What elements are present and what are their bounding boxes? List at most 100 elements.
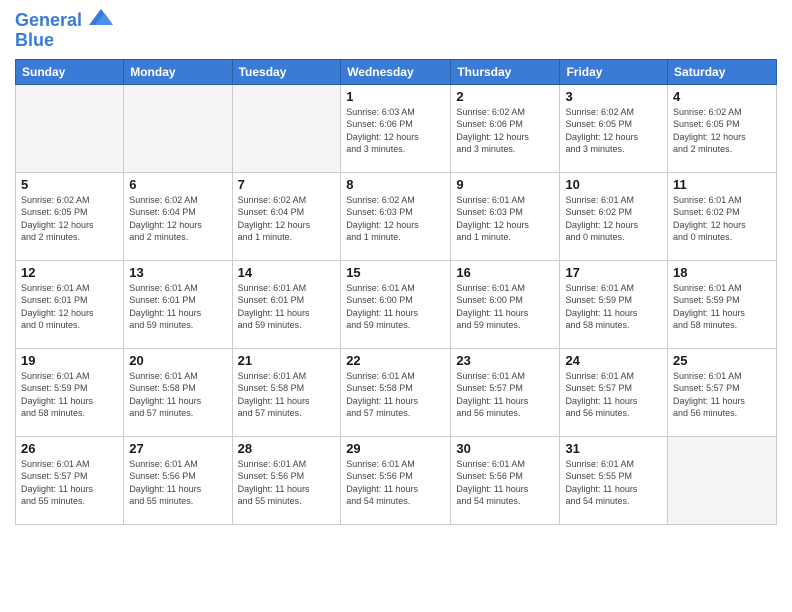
day-info: Sunrise: 6:01 AMSunset: 5:58 PMDaylight:… xyxy=(238,370,336,420)
day-number: 1 xyxy=(346,89,445,104)
day-info: Sunrise: 6:01 AMSunset: 5:57 PMDaylight:… xyxy=(456,370,554,420)
calendar-cell: 13 Sunrise: 6:01 AMSunset: 6:01 PMDayligh… xyxy=(124,260,232,348)
day-number: 24 xyxy=(565,353,662,368)
day-number: 27 xyxy=(129,441,226,456)
day-number: 8 xyxy=(346,177,445,192)
day-info: Sunrise: 6:02 AMSunset: 6:04 PMDaylight:… xyxy=(129,194,226,244)
col-header-thursday: Thursday xyxy=(451,59,560,84)
calendar-cell: 15 Sunrise: 6:01 AMSunset: 6:00 PMDayligh… xyxy=(341,260,451,348)
calendar-cell: 16 Sunrise: 6:01 AMSunset: 6:00 PMDayligh… xyxy=(451,260,560,348)
calendar-cell: 23 Sunrise: 6:01 AMSunset: 5:57 PMDayligh… xyxy=(451,348,560,436)
day-info: Sunrise: 6:01 AMSunset: 5:57 PMDaylight:… xyxy=(21,458,118,508)
calendar-cell: 3 Sunrise: 6:02 AMSunset: 6:05 PMDaylight… xyxy=(560,84,668,172)
calendar-cell: 26 Sunrise: 6:01 AMSunset: 5:57 PMDayligh… xyxy=(16,436,124,524)
day-number: 30 xyxy=(456,441,554,456)
day-info: Sunrise: 6:02 AMSunset: 6:05 PMDaylight:… xyxy=(565,106,662,156)
day-number: 11 xyxy=(673,177,771,192)
day-number: 28 xyxy=(238,441,336,456)
day-number: 14 xyxy=(238,265,336,280)
calendar-cell: 24 Sunrise: 6:01 AMSunset: 5:57 PMDayligh… xyxy=(560,348,668,436)
calendar-cell: 21 Sunrise: 6:01 AMSunset: 5:58 PMDayligh… xyxy=(232,348,341,436)
day-number: 10 xyxy=(565,177,662,192)
day-info: Sunrise: 6:01 AMSunset: 5:56 PMDaylight:… xyxy=(238,458,336,508)
day-number: 15 xyxy=(346,265,445,280)
calendar-cell: 1 Sunrise: 6:03 AMSunset: 6:06 PMDaylight… xyxy=(341,84,451,172)
day-info: Sunrise: 6:02 AMSunset: 6:03 PMDaylight:… xyxy=(346,194,445,244)
col-header-friday: Friday xyxy=(560,59,668,84)
calendar-cell: 4 Sunrise: 6:02 AMSunset: 6:05 PMDaylight… xyxy=(668,84,777,172)
calendar-cell: 11 Sunrise: 6:01 AMSunset: 6:02 PMDayligh… xyxy=(668,172,777,260)
calendar-cell xyxy=(124,84,232,172)
day-info: Sunrise: 6:01 AMSunset: 5:59 PMDaylight:… xyxy=(673,282,771,332)
day-info: Sunrise: 6:01 AMSunset: 5:58 PMDaylight:… xyxy=(346,370,445,420)
day-number: 31 xyxy=(565,441,662,456)
day-number: 5 xyxy=(21,177,118,192)
day-info: Sunrise: 6:01 AMSunset: 5:59 PMDaylight:… xyxy=(565,282,662,332)
col-header-wednesday: Wednesday xyxy=(341,59,451,84)
day-number: 16 xyxy=(456,265,554,280)
calendar-cell: 17Sunrise: 6:01 AMSunset: 5:59 PMDayligh… xyxy=(560,260,668,348)
calendar-cell: 7 Sunrise: 6:02 AMSunset: 6:04 PMDaylight… xyxy=(232,172,341,260)
calendar-cell: 28 Sunrise: 6:01 AMSunset: 5:56 PMDayligh… xyxy=(232,436,341,524)
calendar-week-5: 26 Sunrise: 6:01 AMSunset: 5:57 PMDayligh… xyxy=(16,436,777,524)
calendar-cell: 8 Sunrise: 6:02 AMSunset: 6:03 PMDaylight… xyxy=(341,172,451,260)
calendar-cell: 22 Sunrise: 6:01 AMSunset: 5:58 PMDayligh… xyxy=(341,348,451,436)
calendar-cell: 2Sunrise: 6:02 AMSunset: 6:06 PMDaylight… xyxy=(451,84,560,172)
day-number: 20 xyxy=(129,353,226,368)
calendar-cell: 19Sunrise: 6:01 AMSunset: 5:59 PMDayligh… xyxy=(16,348,124,436)
calendar-week-1: 1 Sunrise: 6:03 AMSunset: 6:06 PMDaylight… xyxy=(16,84,777,172)
day-info: Sunrise: 6:01 AMSunset: 5:55 PMDaylight:… xyxy=(565,458,662,508)
day-info: Sunrise: 6:01 AMSunset: 6:02 PMDaylight:… xyxy=(673,194,771,244)
day-info: Sunrise: 6:01 AMSunset: 5:56 PMDaylight:… xyxy=(456,458,554,508)
col-header-monday: Monday xyxy=(124,59,232,84)
day-number: 22 xyxy=(346,353,445,368)
calendar-cell: 29 Sunrise: 6:01 AMSunset: 5:56 PMDayligh… xyxy=(341,436,451,524)
calendar-cell: 12 Sunrise: 6:01 AMSunset: 6:01 PMDayligh… xyxy=(16,260,124,348)
logo-text: General xyxy=(15,10,113,31)
calendar-cell: 5 Sunrise: 6:02 AMSunset: 6:05 PMDaylight… xyxy=(16,172,124,260)
logo-blue: Blue xyxy=(15,31,113,51)
calendar-cell xyxy=(668,436,777,524)
calendar-cell xyxy=(232,84,341,172)
logo: General Blue xyxy=(15,10,113,51)
day-info: Sunrise: 6:02 AMSunset: 6:06 PMDaylight:… xyxy=(456,106,554,156)
page: General Blue SundayMondayTuesdayWednesda… xyxy=(0,0,792,612)
day-info: Sunrise: 6:01 AMSunset: 6:01 PMDaylight:… xyxy=(129,282,226,332)
day-number: 19 xyxy=(21,353,118,368)
col-header-saturday: Saturday xyxy=(668,59,777,84)
day-info: Sunrise: 6:02 AMSunset: 6:04 PMDaylight:… xyxy=(238,194,336,244)
day-info: Sunrise: 6:01 AMSunset: 6:00 PMDaylight:… xyxy=(346,282,445,332)
day-number: 18 xyxy=(673,265,771,280)
day-info: Sunrise: 6:01 AMSunset: 6:01 PMDaylight:… xyxy=(21,282,118,332)
day-info: Sunrise: 6:01 AMSunset: 5:57 PMDaylight:… xyxy=(565,370,662,420)
day-number: 3 xyxy=(565,89,662,104)
day-info: Sunrise: 6:01 AMSunset: 5:58 PMDaylight:… xyxy=(129,370,226,420)
calendar-week-4: 19Sunrise: 6:01 AMSunset: 5:59 PMDayligh… xyxy=(16,348,777,436)
calendar-cell: 9Sunrise: 6:01 AMSunset: 6:03 PMDaylight… xyxy=(451,172,560,260)
day-number: 12 xyxy=(21,265,118,280)
day-info: Sunrise: 6:02 AMSunset: 6:05 PMDaylight:… xyxy=(21,194,118,244)
calendar-cell: 20 Sunrise: 6:01 AMSunset: 5:58 PMDayligh… xyxy=(124,348,232,436)
calendar: SundayMondayTuesdayWednesdayThursdayFrid… xyxy=(15,59,777,525)
calendar-header-row: SundayMondayTuesdayWednesdayThursdayFrid… xyxy=(16,59,777,84)
day-number: 13 xyxy=(129,265,226,280)
day-number: 23 xyxy=(456,353,554,368)
day-number: 7 xyxy=(238,177,336,192)
day-info: Sunrise: 6:03 AMSunset: 6:06 PMDaylight:… xyxy=(346,106,445,156)
calendar-cell: 10 Sunrise: 6:01 AMSunset: 6:02 PMDayligh… xyxy=(560,172,668,260)
day-info: Sunrise: 6:02 AMSunset: 6:05 PMDaylight:… xyxy=(673,106,771,156)
day-number: 26 xyxy=(21,441,118,456)
day-info: Sunrise: 6:01 AMSunset: 6:00 PMDaylight:… xyxy=(456,282,554,332)
logo-icon xyxy=(89,8,113,26)
day-number: 4 xyxy=(673,89,771,104)
calendar-cell: 14Sunrise: 6:01 AMSunset: 6:01 PMDayligh… xyxy=(232,260,341,348)
day-number: 9 xyxy=(456,177,554,192)
day-number: 29 xyxy=(346,441,445,456)
day-number: 21 xyxy=(238,353,336,368)
calendar-cell: 31 Sunrise: 6:01 AMSunset: 5:55 PMDayligh… xyxy=(560,436,668,524)
day-info: Sunrise: 6:01 AMSunset: 6:02 PMDaylight:… xyxy=(565,194,662,244)
calendar-week-2: 5 Sunrise: 6:02 AMSunset: 6:05 PMDaylight… xyxy=(16,172,777,260)
calendar-cell: 27Sunrise: 6:01 AMSunset: 5:56 PMDayligh… xyxy=(124,436,232,524)
day-info: Sunrise: 6:01 AMSunset: 5:56 PMDaylight:… xyxy=(346,458,445,508)
day-number: 25 xyxy=(673,353,771,368)
